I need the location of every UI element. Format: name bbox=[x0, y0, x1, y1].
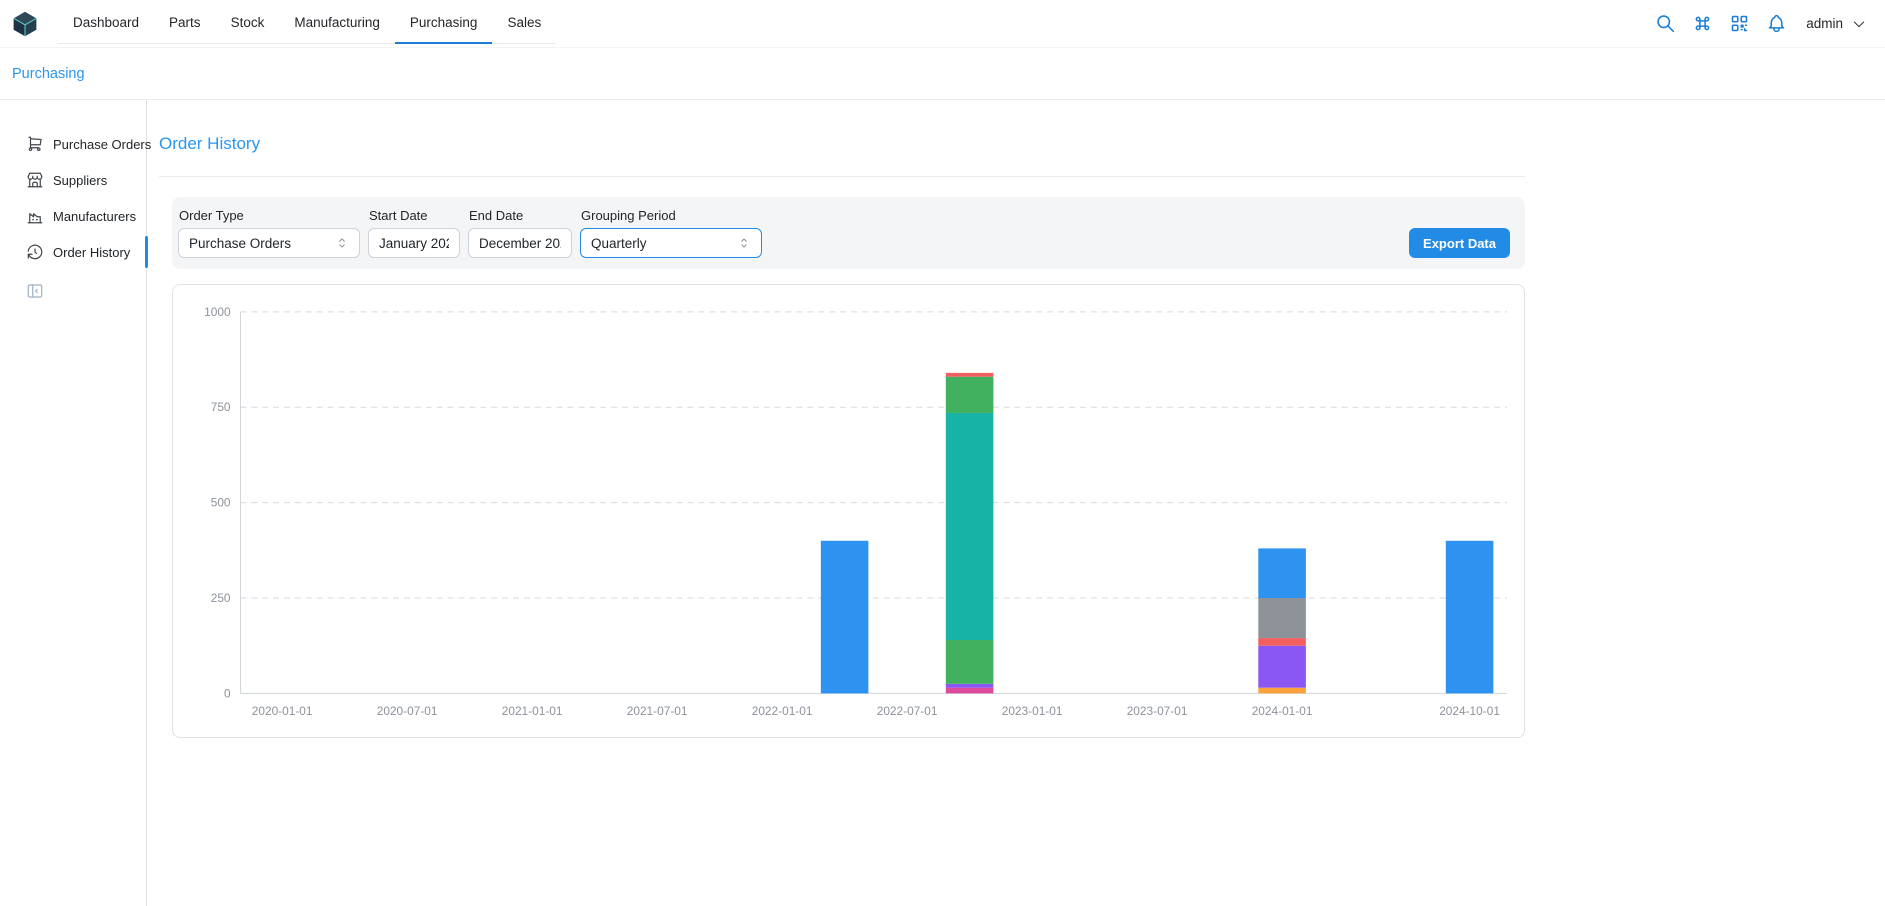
order-type-label: Order Type bbox=[178, 208, 360, 223]
order-type-select[interactable]: Purchase Orders bbox=[178, 228, 360, 258]
export-data-button[interactable]: Export Data bbox=[1409, 228, 1510, 258]
filter-panel: Order Type Purchase Orders Start Date Ja… bbox=[172, 197, 1525, 269]
svg-text:2022-07-01: 2022-07-01 bbox=[877, 704, 938, 718]
content-area: Purchase Orders Suppliers Manufacturers … bbox=[0, 100, 1885, 906]
svg-text:2020-07-01: 2020-07-01 bbox=[377, 704, 438, 718]
search-icon[interactable] bbox=[1654, 13, 1676, 35]
selector-icon bbox=[335, 236, 349, 250]
svg-text:0: 0 bbox=[224, 686, 231, 700]
svg-text:2022-01-01: 2022-01-01 bbox=[752, 704, 813, 718]
building-factory-icon bbox=[26, 207, 44, 225]
sidebar-item-label: Purchase Orders bbox=[53, 137, 151, 152]
title-divider bbox=[159, 176, 1525, 177]
end-date-input[interactable]: December 2024 bbox=[468, 228, 572, 258]
shopping-cart-icon bbox=[26, 135, 44, 153]
end-date-field: End Date December 2024 bbox=[468, 208, 572, 258]
top-navbar: Dashboard Parts Stock Manufacturing Purc… bbox=[0, 0, 1885, 48]
sidebar-item-purchase-orders[interactable]: Purchase Orders bbox=[0, 126, 146, 162]
svg-text:2021-07-01: 2021-07-01 bbox=[627, 704, 688, 718]
sidebar-item-label: Suppliers bbox=[53, 173, 107, 188]
chevron-down-icon bbox=[1851, 16, 1867, 32]
sidebar-item-manufacturers[interactable]: Manufacturers bbox=[0, 198, 146, 234]
command-icon[interactable] bbox=[1691, 13, 1713, 35]
navbar-actions: admin bbox=[1654, 13, 1867, 35]
tab-manufacturing[interactable]: Manufacturing bbox=[279, 4, 395, 44]
sidebar-item-suppliers[interactable]: Suppliers bbox=[0, 162, 146, 198]
svg-text:2023-01-01: 2023-01-01 bbox=[1002, 704, 1063, 718]
svg-text:2021-01-01: 2021-01-01 bbox=[502, 704, 563, 718]
notifications-bell-icon[interactable] bbox=[1765, 13, 1787, 35]
breadcrumb-purchasing[interactable]: Purchasing bbox=[12, 66, 85, 82]
svg-text:750: 750 bbox=[211, 400, 231, 414]
order-history-chart: 0 250 500 750 1000 2020-01-01 2020-07-01 2021-0… bbox=[181, 293, 1516, 729]
user-menu[interactable]: admin bbox=[1806, 16, 1867, 32]
main-panel: Order History Order Type Purchase Orders… bbox=[147, 100, 1525, 906]
order-type-field: Order Type Purchase Orders bbox=[178, 208, 360, 258]
breadcrumb: Purchasing bbox=[0, 48, 1885, 100]
selector-icon bbox=[737, 236, 751, 250]
start-date-input[interactable]: January 2020 bbox=[368, 228, 460, 258]
chart-panel: 0 250 500 750 1000 2020-01-01 2020-07-01 2021-0… bbox=[172, 284, 1525, 738]
sidebar-item-label: Manufacturers bbox=[53, 209, 136, 224]
username: admin bbox=[1806, 16, 1843, 31]
svg-text:2024-01-01: 2024-01-01 bbox=[1252, 704, 1313, 718]
sidebar-item-order-history[interactable]: Order History bbox=[0, 234, 146, 270]
sidebar-collapse-icon[interactable] bbox=[26, 282, 44, 300]
main-tabs: Dashboard Parts Stock Manufacturing Purc… bbox=[58, 4, 556, 44]
start-date-field: Start Date January 2020 bbox=[368, 208, 460, 258]
qr-scan-icon[interactable] bbox=[1728, 13, 1750, 35]
svg-text:2020-01-01: 2020-01-01 bbox=[252, 704, 313, 718]
sidebar: Purchase Orders Suppliers Manufacturers … bbox=[0, 100, 147, 906]
svg-text:500: 500 bbox=[211, 496, 231, 510]
tab-sales[interactable]: Sales bbox=[492, 4, 556, 44]
history-icon bbox=[26, 243, 44, 261]
tab-purchasing[interactable]: Purchasing bbox=[395, 4, 493, 44]
end-date-label: End Date bbox=[468, 208, 572, 223]
tab-dashboard[interactable]: Dashboard bbox=[58, 4, 154, 44]
svg-text:250: 250 bbox=[211, 591, 231, 605]
building-store-icon bbox=[26, 171, 44, 189]
sidebar-item-label: Order History bbox=[53, 245, 130, 260]
page-title: Order History bbox=[159, 134, 1525, 154]
tab-parts[interactable]: Parts bbox=[154, 4, 216, 44]
grouping-period-field: Grouping Period Quarterly bbox=[580, 208, 762, 258]
start-date-label: Start Date bbox=[368, 208, 460, 223]
svg-text:2023-07-01: 2023-07-01 bbox=[1127, 704, 1188, 718]
svg-text:1000: 1000 bbox=[204, 305, 231, 319]
svg-text:2024-10-01: 2024-10-01 bbox=[1439, 704, 1500, 718]
app-logo[interactable] bbox=[10, 9, 40, 39]
tab-stock[interactable]: Stock bbox=[216, 4, 280, 44]
grouping-period-select[interactable]: Quarterly bbox=[580, 228, 762, 258]
grouping-period-label: Grouping Period bbox=[580, 208, 762, 223]
